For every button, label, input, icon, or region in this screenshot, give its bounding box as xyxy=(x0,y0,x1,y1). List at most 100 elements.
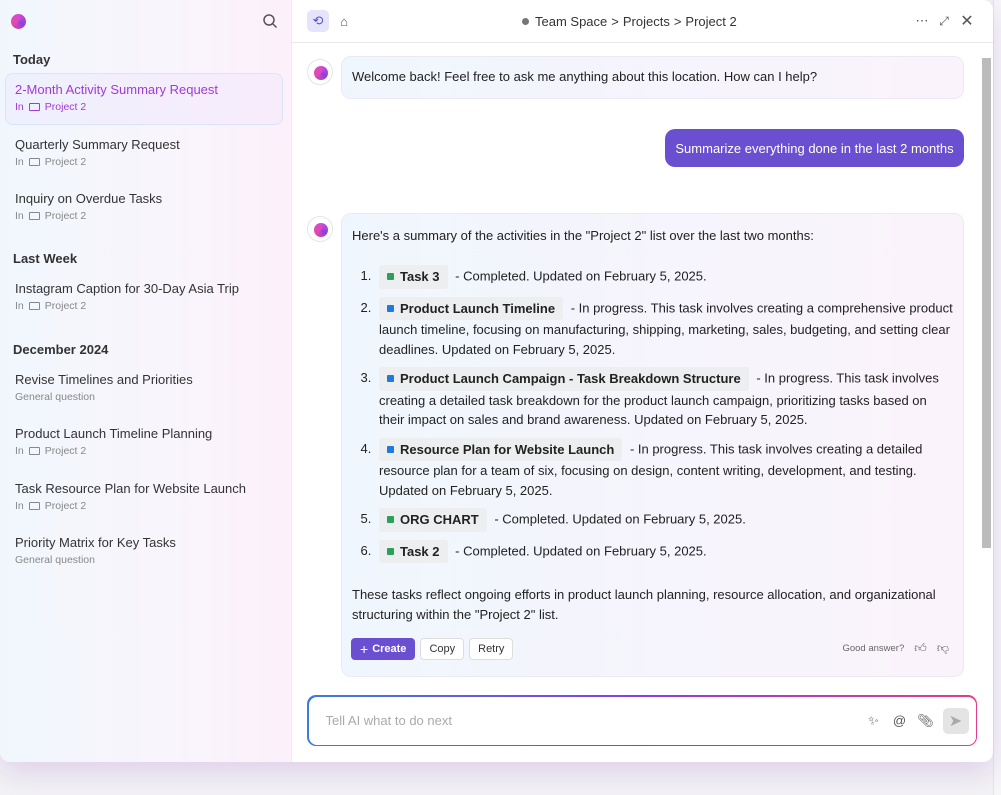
task-chip[interactable]: Product Launch Timeline xyxy=(379,296,564,320)
location-prefix: In xyxy=(15,101,24,113)
sidebar-chat-item[interactable]: Priority Matrix for Key Tasks General que… xyxy=(5,526,283,578)
chat-subtitle: General question xyxy=(15,554,95,566)
chat-title: Priority Matrix for Key Tasks xyxy=(15,535,176,550)
task-name: Task 2 xyxy=(400,543,440,559)
task-name: Product Launch Campaign - Task Breakdown… xyxy=(400,371,741,386)
ai-avatar xyxy=(307,59,333,85)
chat-title: Task Resource Plan for Website Launch xyxy=(15,481,246,496)
task-status-icon xyxy=(387,375,394,383)
task-status-icon xyxy=(387,304,394,312)
task-list-item: ORG CHART - Completed. Updated on Februa… xyxy=(375,508,953,532)
thumbs-down-icon[interactable]: 👎︎ xyxy=(937,641,949,656)
task-list-item: Resource Plan for Website Launch - In pr… xyxy=(375,437,953,501)
sidebar-chat-item[interactable]: Revise Timelines and Priorities General q… xyxy=(5,363,283,415)
folder-icon xyxy=(28,212,40,220)
send-button[interactable]: ➤ xyxy=(942,707,969,734)
thumbs-up-icon[interactable]: 👍︎ xyxy=(914,641,927,656)
magic-wand-icon[interactable]: ✨︎ xyxy=(861,713,887,729)
task-name: ORG CHART xyxy=(400,512,479,527)
space-dot-icon xyxy=(522,18,529,25)
breadcrumb-separator: > xyxy=(673,14,682,29)
sidebar-chat-item[interactable]: Inquiry on Overdue Tasks In Project 2 xyxy=(5,182,283,234)
breadcrumb-projects[interactable]: Projects xyxy=(623,14,670,29)
history-icon[interactable]: ⟲ xyxy=(307,10,329,32)
chat-panel: ⟲ ⌂ Team Space > Projects > Project 2 ⋯ … xyxy=(292,0,993,762)
copy-button[interactable]: Copy xyxy=(420,638,465,660)
reply-intro: Here's a summary of the activities in th… xyxy=(352,228,814,243)
chat-title: Instagram Caption for 30-Day Asia Trip xyxy=(15,281,239,296)
sidebar-chat-item[interactable]: Quarterly Summary Request In Project 2 xyxy=(5,128,283,180)
scrollbar[interactable] xyxy=(980,45,993,685)
ai-avatar xyxy=(307,216,333,242)
location-prefix: In xyxy=(15,300,24,312)
mention-icon[interactable]: @ xyxy=(887,713,913,728)
task-chip[interactable]: Product Launch Campaign - Task Breakdown… xyxy=(379,367,749,391)
retry-button[interactable]: Retry xyxy=(469,638,514,660)
ai-message-summary: Here's a summary of the activities in th… xyxy=(341,213,964,677)
location-prefix: In xyxy=(15,210,24,222)
chat-location: Project 2 xyxy=(44,300,87,312)
background-page xyxy=(993,0,1001,795)
sidebar-chat-item[interactable]: Task Resource Plan for Website Launch In P… xyxy=(5,472,283,524)
prompt-box: ✨︎ @ 📎︎ ➤ xyxy=(307,695,977,746)
sidebar-section-title: Today xyxy=(13,52,51,67)
header: ⟲ ⌂ Team Space > Projects > Project 2 ⋯ … xyxy=(292,0,993,43)
chat-location: Project 2 xyxy=(44,445,87,457)
search-icon[interactable] xyxy=(262,13,278,29)
task-status-icon xyxy=(387,516,394,524)
folder-icon xyxy=(28,158,40,166)
task-list-item: Product Launch Timeline - In progress. T… xyxy=(375,296,953,360)
breadcrumb-separator: > xyxy=(611,14,619,29)
task-name: Product Launch Timeline xyxy=(400,300,556,316)
home-icon[interactable]: ⌂ xyxy=(333,10,355,32)
breadcrumb-team-space[interactable]: Team Space xyxy=(535,14,607,29)
ai-logo-icon xyxy=(314,66,328,80)
sidebar-chat-item[interactable]: 2-Month Activity Summary Request In Projec… xyxy=(5,73,283,125)
task-description: - Completed. Updated on February 5, 2025… xyxy=(455,268,707,284)
task-name: Resource Plan for Website Launch xyxy=(400,441,615,457)
task-status-icon xyxy=(387,445,394,453)
sidebar-section-title: Last Week xyxy=(13,251,78,266)
chat-title: 2-Month Activity Summary Request xyxy=(15,82,219,97)
chat-title: Revise Timelines and Priorities xyxy=(15,372,193,387)
breadcrumb-project-2[interactable]: Project 2 xyxy=(685,14,736,29)
task-chip[interactable]: Task 3 xyxy=(379,265,448,289)
task-chip[interactable]: ORG CHART xyxy=(379,508,487,532)
task-status-icon xyxy=(387,273,394,281)
sidebar: Today 2-Month Activity Summary Request In P… xyxy=(0,0,292,762)
prompt-input[interactable] xyxy=(325,713,861,728)
folder-icon xyxy=(28,302,40,310)
user-message: Summarize everything done in the last 2 … xyxy=(665,129,964,167)
task-list-item: Product Launch Campaign - Task Breakdown… xyxy=(375,367,953,430)
task-chip[interactable]: Task 2 xyxy=(379,539,448,563)
folder-icon xyxy=(28,447,40,455)
task-list: Task 3 - Completed. Updated on February … xyxy=(375,265,953,563)
task-chip[interactable]: Resource Plan for Website Launch xyxy=(379,437,623,461)
sidebar-chat-item[interactable]: Product Launch Timeline Planning In Projec… xyxy=(5,417,283,469)
create-label: Create xyxy=(372,643,407,655)
ai-chat-window: Today 2-Month Activity Summary Request In P… xyxy=(0,0,993,762)
chat-location: Project 2 xyxy=(44,210,87,222)
chat-location: Project 2 xyxy=(44,500,87,512)
chat-subtitle: General question xyxy=(15,391,95,403)
chat-title: Quarterly Summary Request xyxy=(15,137,180,152)
folder-icon xyxy=(28,502,40,510)
task-list-item: Task 2 - Completed. Updated on February … xyxy=(375,539,953,563)
close-icon[interactable]: ✕ xyxy=(956,10,978,32)
ai-logo-icon xyxy=(11,14,26,29)
create-button[interactable]: + Create xyxy=(351,638,416,660)
chat-location: Project 2 xyxy=(44,156,87,168)
chat-title: Inquiry on Overdue Tasks xyxy=(15,191,163,206)
ai-logo-icon xyxy=(314,223,328,237)
breadcrumb: Team Space > Projects > Project 2 xyxy=(522,14,737,29)
message-text: Welcome back! Feel free to ask me anythi… xyxy=(352,69,818,84)
attach-icon[interactable]: 📎︎ xyxy=(913,713,939,729)
chat-title: Product Launch Timeline Planning xyxy=(15,426,213,441)
more-icon[interactable]: ⋯ xyxy=(911,10,933,32)
sidebar-chat-item[interactable]: Instagram Caption for 30-Day Asia Trip In… xyxy=(5,272,283,324)
expand-icon[interactable]: ⤢ xyxy=(933,10,955,32)
plus-icon: + xyxy=(360,641,369,657)
ai-message-welcome: Welcome back! Feel free to ask me anythi… xyxy=(341,56,964,99)
send-icon: ➤ xyxy=(948,712,963,730)
scrollbar-thumb[interactable] xyxy=(982,58,991,548)
